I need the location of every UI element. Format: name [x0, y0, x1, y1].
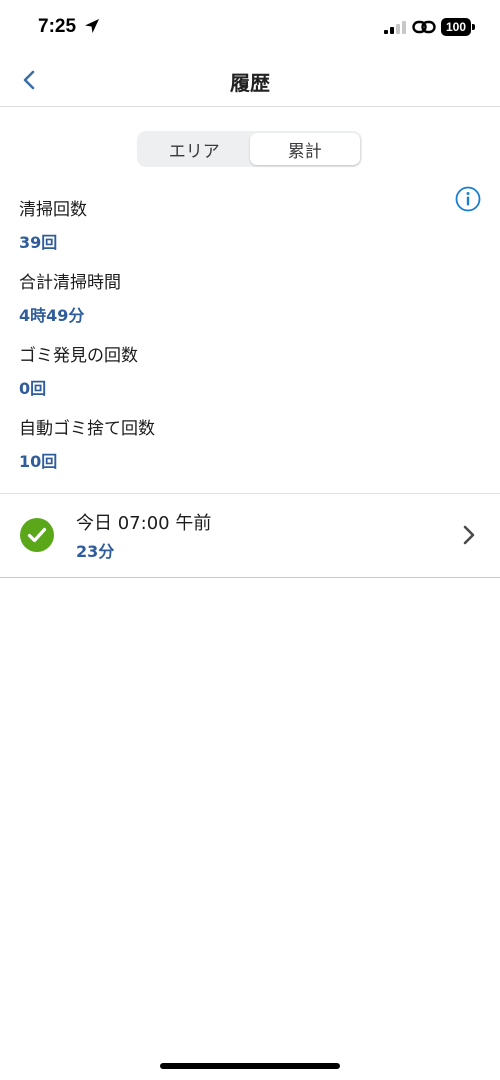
- info-icon[interactable]: [455, 186, 481, 212]
- link-icon: [412, 20, 436, 34]
- stat-total-time: 合計清掃時間 4時49分: [19, 269, 439, 342]
- stats-list: 清掃回数 39回 合計清掃時間 4時49分 ゴミ発見の回数 0回 自動ゴミ捨て回…: [19, 196, 439, 488]
- history-title: 今日 07:00 午前: [76, 513, 212, 534]
- segmented-control: エリア 累計: [137, 131, 362, 167]
- home-indicator: [160, 1063, 340, 1069]
- check-circle-icon: [20, 518, 54, 552]
- segment-area[interactable]: エリア: [139, 133, 250, 165]
- stat-auto-empty: 自動ゴミ捨て回数 10回: [19, 415, 439, 488]
- stat-value: 39回: [19, 233, 58, 252]
- stat-label: 自動ゴミ捨て回数: [19, 419, 155, 439]
- nav-bar: 履歴: [0, 56, 500, 107]
- screen: 7:25 100 履歴 エリア 累計 清掃回数 39回 合計清掃時間 4時49分…: [0, 0, 500, 1080]
- stat-label: ゴミ発見の回数: [19, 346, 138, 366]
- stat-label: 合計清掃時間: [19, 273, 121, 293]
- divider: [0, 577, 500, 578]
- stat-value: 4時49分: [19, 306, 85, 325]
- page-title: 履歴: [230, 71, 270, 95]
- status-time: 7:25: [38, 16, 77, 37]
- stat-value: 10回: [19, 452, 58, 471]
- segment-total[interactable]: 累計: [249, 133, 360, 165]
- stat-dirt-found: ゴミ発見の回数 0回: [19, 342, 439, 415]
- chevron-right-icon: [463, 525, 475, 545]
- stat-cleaning-count: 清掃回数 39回: [19, 196, 439, 269]
- stat-value: 0回: [19, 379, 47, 398]
- battery-indicator: 100: [441, 18, 471, 36]
- history-row[interactable]: 今日 07:00 午前 23分: [0, 494, 500, 578]
- cellular-signal-icon: [384, 21, 406, 34]
- stat-label: 清掃回数: [19, 200, 87, 220]
- location-arrow-icon: [85, 19, 99, 33]
- status-bar: 7:25 100: [0, 0, 500, 56]
- history-duration: 23分: [76, 542, 115, 561]
- battery-tip: [472, 24, 475, 30]
